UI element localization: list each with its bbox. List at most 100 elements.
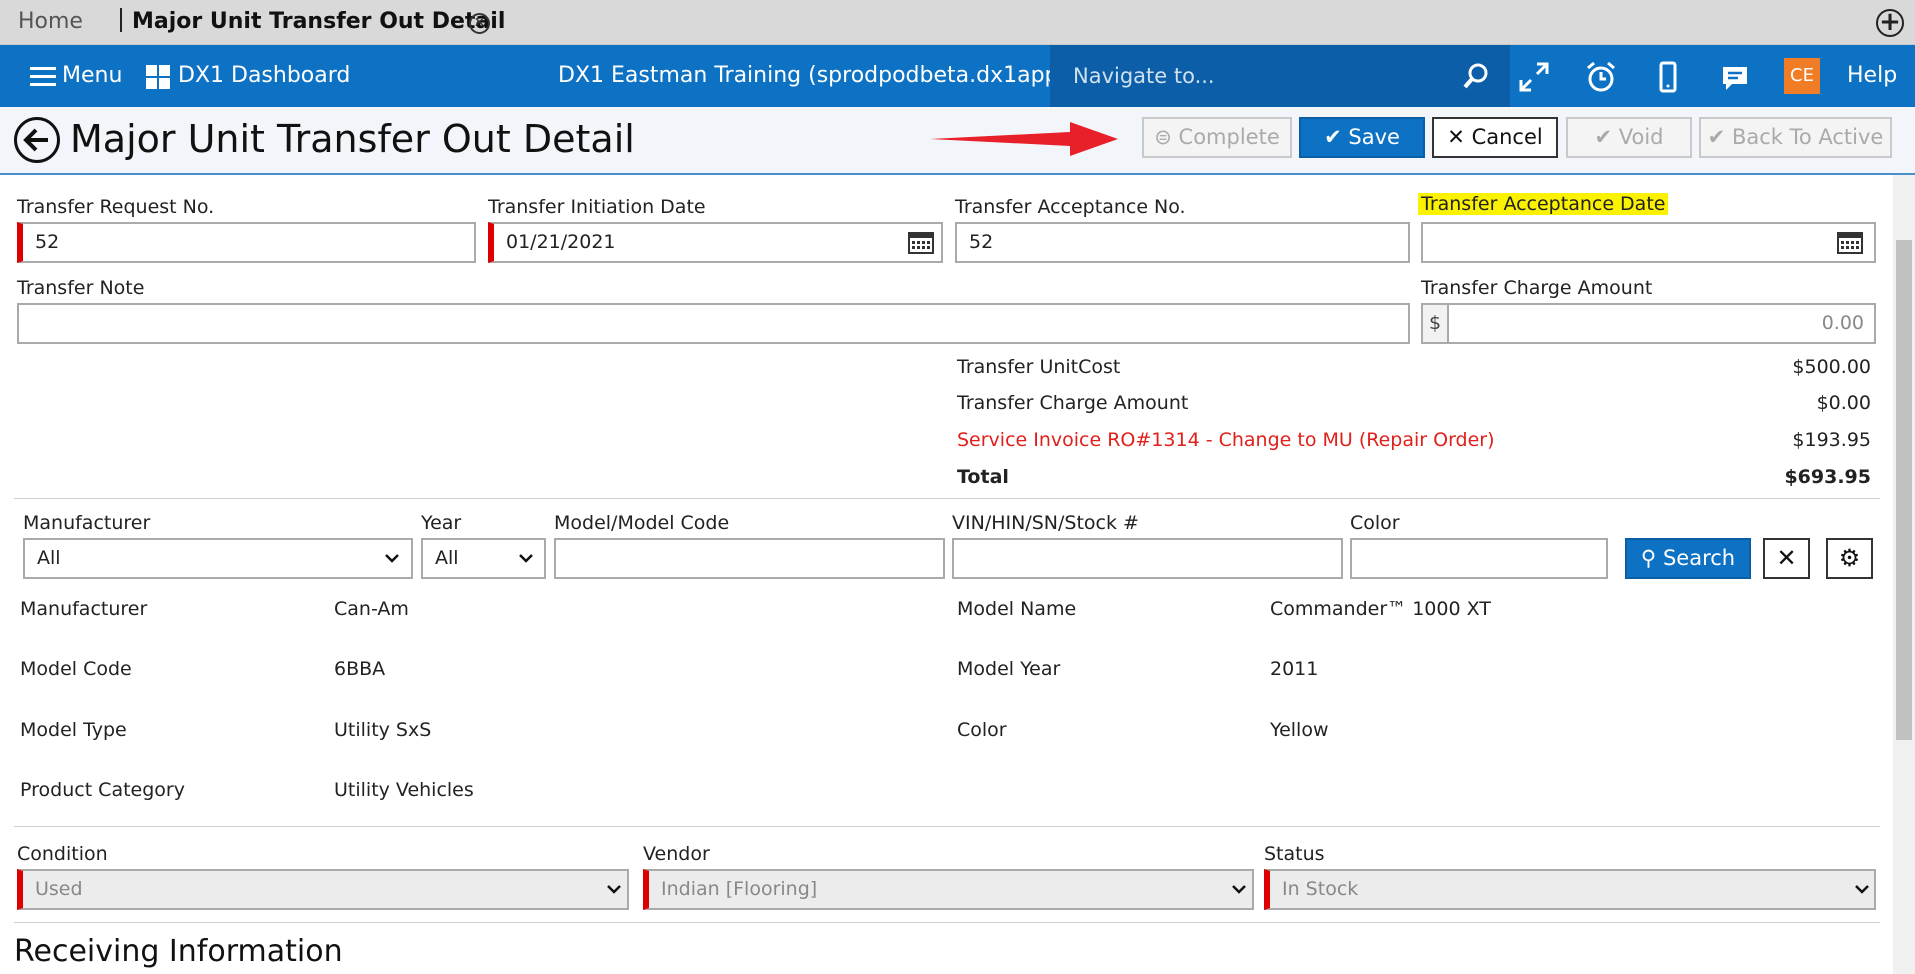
unit-model-code-label: Model Code (20, 658, 132, 680)
cancel-button[interactable]: ✕ Cancel (1432, 117, 1558, 158)
unit-model-type-label: Model Type (20, 719, 127, 741)
back-to-active-label: Back To Active (1731, 125, 1884, 149)
service-invoice-link[interactable]: Service Invoice RO#1314 - Change to MU (… (957, 429, 1495, 451)
currency-addon: $ (1421, 303, 1449, 344)
gear-icon: ⚙ (1838, 544, 1861, 572)
summary-unit-cost-value: $500.00 (1792, 356, 1871, 378)
unit-color-value: Yellow (1270, 719, 1329, 741)
unit-category-label: Product Category (20, 779, 185, 801)
filter-manufacturer-value: All (37, 547, 61, 569)
transfer-request-no-label: Transfer Request No. (17, 196, 215, 218)
filter-vin-input[interactable] (952, 538, 1343, 579)
transfer-acceptance-date-input[interactable] (1421, 222, 1876, 263)
unit-manufacturer-label: Manufacturer (20, 598, 148, 620)
help-link[interactable]: Help (1847, 45, 1897, 107)
status-select[interactable]: In Stock (1264, 869, 1876, 910)
transfer-initiation-date-input[interactable]: 01/21/2021 (488, 222, 943, 263)
transfer-note-label: Transfer Note (17, 277, 145, 299)
back-arrow-icon[interactable] (14, 117, 60, 163)
settings-button[interactable]: ⚙ (1826, 538, 1873, 579)
check-icon: ✔ (1707, 125, 1726, 149)
transfer-acceptance-no-label: Transfer Acceptance No. (955, 196, 1186, 218)
filter-year-select[interactable]: All (421, 538, 546, 579)
annotation-arrow-icon (930, 122, 1118, 156)
filter-year-value: All (435, 547, 459, 569)
filter-model-label: Model/Model Code (554, 512, 730, 534)
calendar-icon[interactable] (908, 230, 934, 254)
add-tab-icon[interactable]: + (1876, 9, 1904, 37)
scrollbar-thumb[interactable] (1896, 240, 1912, 740)
back-to-active-button[interactable]: ✔ Back To Active (1699, 117, 1892, 158)
status-value: In Stock (1282, 878, 1359, 900)
nav-bar: Menu DX1 Dashboard DX1 Eastman Training … (0, 45, 1915, 107)
transfer-note-input[interactable] (17, 303, 1410, 344)
save-button[interactable]: ✔ Save (1299, 117, 1425, 158)
transfer-acceptance-no-input[interactable]: 52 (955, 222, 1410, 263)
condition-select[interactable]: Used (17, 869, 629, 910)
unit-model-type-value: Utility SxS (334, 719, 432, 741)
tab-divider (120, 8, 122, 32)
dashboard-link[interactable]: DX1 Dashboard (178, 45, 350, 107)
calendar-icon[interactable] (1837, 230, 1863, 254)
unit-model-year-label: Model Year (957, 658, 1061, 680)
vertical-scrollbar[interactable] (1893, 175, 1915, 974)
alarm-clock-icon[interactable] (1584, 60, 1618, 94)
vendor-label: Vendor (643, 843, 710, 865)
dashboard-icon[interactable] (146, 65, 170, 89)
fullscreen-icon[interactable] (1517, 60, 1551, 94)
dollar-circle-icon: ⊜ (1154, 125, 1172, 149)
close-icon: ✕ (1776, 544, 1797, 572)
condition-value: Used (35, 878, 83, 900)
tab-home[interactable]: Home (18, 9, 83, 34)
condition-label: Condition (17, 843, 108, 865)
search-icon[interactable] (1462, 62, 1490, 90)
void-label: Void (1618, 125, 1664, 149)
mobile-phone-icon[interactable] (1651, 60, 1685, 94)
search-button[interactable]: ⚲ Search (1625, 538, 1751, 579)
filter-color-label: Color (1350, 512, 1400, 534)
summary-unit-cost-label: Transfer UnitCost (957, 356, 1121, 378)
transfer-charge-amount-input[interactable]: 0.00 (1447, 303, 1876, 344)
title-bar: Major Unit Transfer Out Detail ⊜ Complet… (0, 107, 1915, 175)
tab-active-label: Major Unit Transfer Out Detail (132, 9, 506, 34)
summary-total-label: Total (957, 466, 1009, 488)
menu-icon[interactable] (30, 67, 56, 87)
menu-button[interactable]: Menu (62, 45, 122, 107)
navigate-search-box[interactable]: Navigate to... (1050, 45, 1510, 107)
chevron-down-icon (607, 885, 621, 894)
unit-model-name-label: Model Name (957, 598, 1077, 620)
tab-bar: Home Major Unit Transfer Out Detail ✕ + (0, 0, 1915, 45)
chat-icon[interactable] (1718, 60, 1752, 94)
close-tab-icon[interactable]: ✕ (469, 13, 490, 34)
navigate-search-input[interactable]: Navigate to... (1073, 45, 1215, 107)
filter-manufacturer-label: Manufacturer (23, 512, 151, 534)
summary-service-invoice-value: $193.95 (1792, 429, 1871, 451)
chevron-down-icon (519, 554, 533, 563)
void-button[interactable]: ✔ Void (1566, 117, 1692, 158)
chevron-down-icon (1232, 885, 1246, 894)
search-label: Search (1662, 546, 1736, 570)
clear-filter-button[interactable]: ✕ (1763, 538, 1810, 579)
transfer-initiation-date-label: Transfer Initiation Date (488, 196, 706, 218)
cancel-label: Cancel (1471, 125, 1543, 149)
complete-button[interactable]: ⊜ Complete (1142, 117, 1292, 158)
unit-manufacturer-value: Can-Am (334, 598, 409, 620)
unit-color-label: Color (957, 719, 1007, 741)
transfer-request-no-input[interactable]: 52 (17, 222, 476, 263)
filter-vin-label: VIN/HIN/SN/Stock # (952, 512, 1139, 534)
vendor-value: Indian [Flooring] (661, 878, 818, 900)
check-icon: ✔ (1324, 125, 1342, 149)
vendor-select[interactable]: Indian [Flooring] (643, 869, 1254, 910)
filter-color-input[interactable] (1350, 538, 1608, 579)
tab-active[interactable]: Major Unit Transfer Out Detail (120, 8, 505, 34)
site-name: DX1 Eastman Training (sprodpodbeta.dx1ap… (558, 63, 1122, 88)
filter-model-input[interactable] (554, 538, 945, 579)
filter-year-label: Year (421, 512, 462, 534)
user-avatar[interactable]: CE (1784, 58, 1820, 94)
chevron-down-icon (385, 554, 399, 563)
filter-manufacturer-select[interactable]: All (23, 538, 413, 579)
page-title: Major Unit Transfer Out Detail (70, 117, 635, 161)
receiving-section-title: Receiving Information (14, 934, 343, 969)
divider (14, 826, 1880, 827)
summary-total-value: $693.95 (1784, 466, 1871, 488)
